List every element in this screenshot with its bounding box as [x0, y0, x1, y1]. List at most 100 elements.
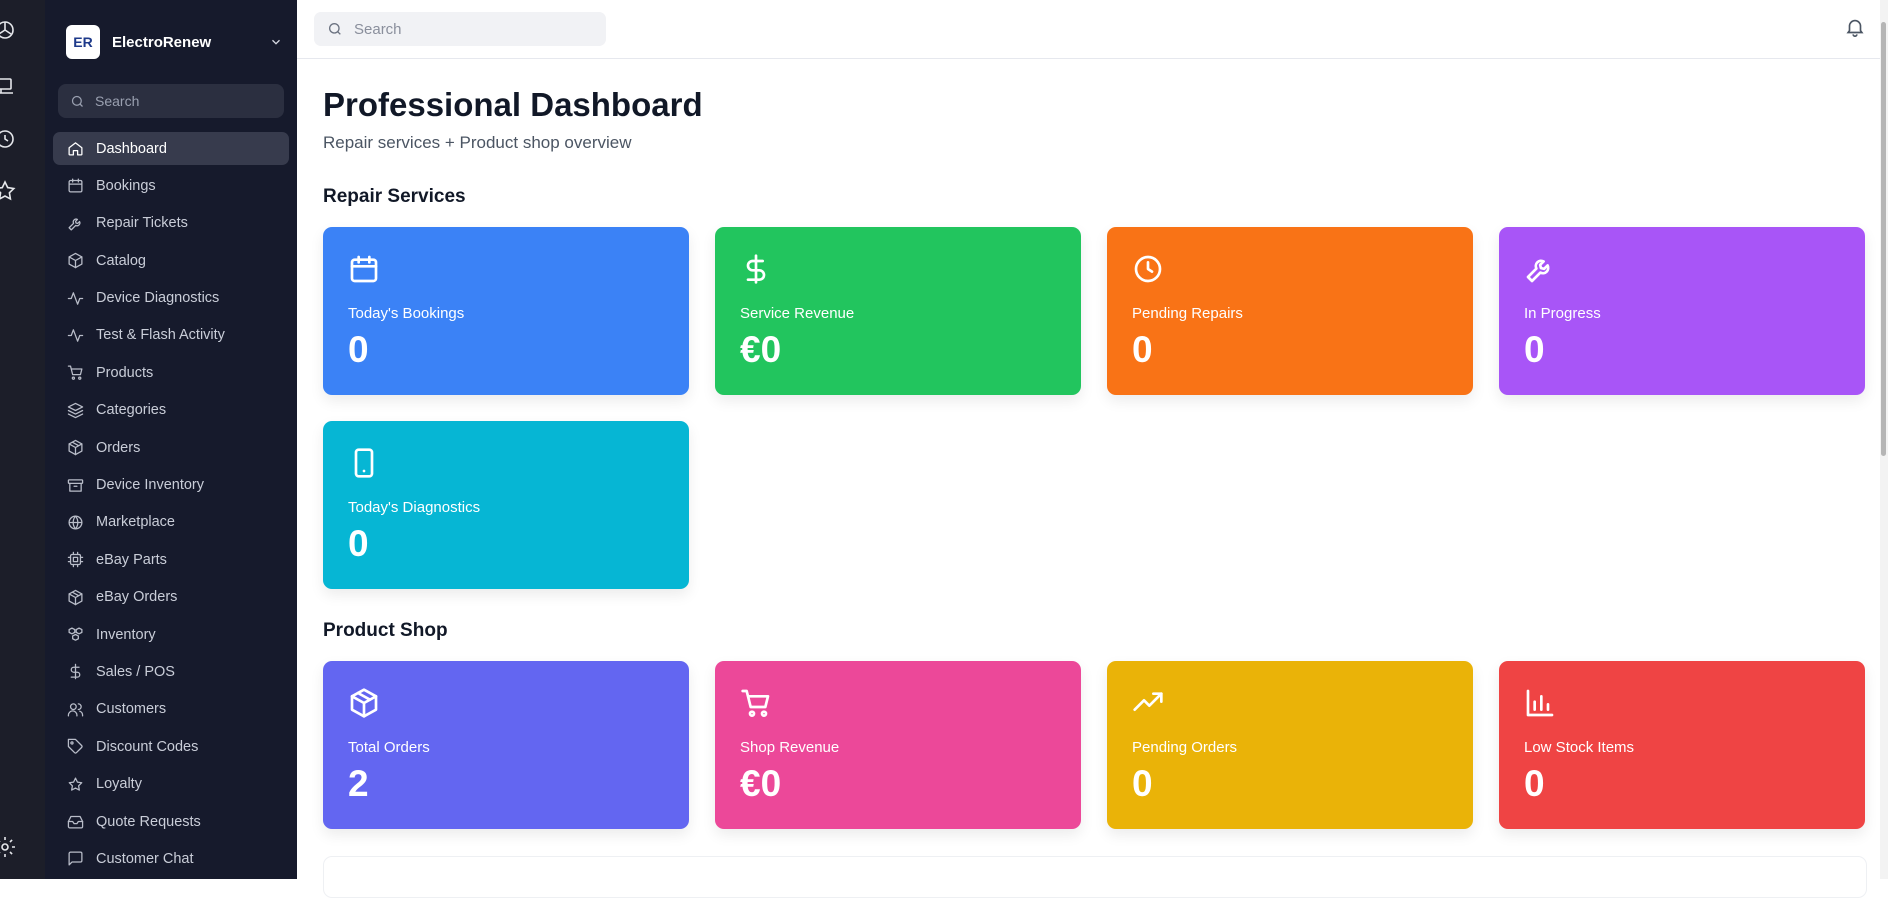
layers-icon: [65, 400, 85, 420]
stat-card-in-progress[interactable]: In Progress 0: [1499, 227, 1865, 395]
stat-card-today-s-diagnostics[interactable]: Today's Diagnostics 0: [323, 421, 689, 589]
bell-icon[interactable]: [1844, 16, 1868, 40]
sidebar-item-device-diagnostics[interactable]: Device Diagnostics: [53, 282, 289, 315]
scrollbar[interactable]: [1880, 0, 1888, 879]
search-icon: [71, 95, 83, 107]
package-icon: [65, 587, 85, 607]
sidebar-item-marketplace[interactable]: Marketplace: [53, 506, 289, 539]
star-icon: [65, 774, 85, 794]
sidebar-item-label: Categories: [96, 402, 167, 419]
stat-card-total-orders[interactable]: Total Orders 2: [323, 661, 689, 829]
sidebar-item-label: Products: [96, 364, 154, 381]
sidebar-item-products[interactable]: Products: [53, 356, 289, 389]
cart-icon: [740, 687, 772, 721]
stat-card-value: €0: [740, 763, 782, 804]
calendar-icon: [348, 253, 380, 287]
sidebar-item-label: Customer Chat: [96, 850, 194, 867]
sidebar-item-discount-codes[interactable]: Discount Codes: [53, 730, 289, 763]
stat-card-label: Service Revenue: [740, 305, 855, 322]
sidebar-item-label: eBay Parts: [96, 551, 167, 568]
stat-card-value: €0: [740, 329, 782, 370]
top-bar: [297, 0, 1888, 59]
openai-icon[interactable]: [0, 15, 20, 45]
sidebar-item-label: Customers: [96, 701, 167, 718]
dollar-icon: [65, 662, 85, 682]
sidebar-item-label: Inventory: [96, 626, 156, 643]
brand-switcher[interactable]: ER ElectroRenew: [66, 24, 286, 60]
sidebar-item-label: Repair Tickets: [96, 215, 188, 232]
sidebar-item-label: Device Diagnostics: [96, 290, 220, 307]
bar-chart-icon: [1524, 687, 1556, 721]
sidebar-item-loyalty[interactable]: Loyalty: [53, 768, 289, 801]
star-icon[interactable]: [0, 176, 20, 206]
phone-icon: [348, 447, 380, 481]
sidebar-nav: Dashboard Bookings Repair Tickets Catalog De…: [53, 132, 289, 880]
computer-icon[interactable]: [0, 72, 20, 102]
wrench-icon: [65, 213, 85, 233]
inbox-icon: [65, 812, 85, 832]
dollar-icon: [740, 253, 772, 287]
top-search: [314, 12, 606, 46]
sidebar-item-label: Sales / POS: [96, 663, 175, 680]
stat-card-label: Pending Repairs: [1132, 305, 1243, 322]
home-icon: [65, 139, 85, 159]
stat-card-service-revenue[interactable]: Service Revenue €0: [715, 227, 1081, 395]
cart-icon: [65, 363, 85, 383]
sidebar-item-repair-tickets[interactable]: Repair Tickets: [53, 207, 289, 240]
package-icon: [348, 687, 380, 721]
bottom-panel: [323, 856, 1867, 898]
stat-card-pending-orders[interactable]: Pending Orders 0: [1107, 661, 1473, 829]
stat-card-shop-revenue[interactable]: Shop Revenue €0: [715, 661, 1081, 829]
sidebar-item-ebay-orders[interactable]: eBay Orders: [53, 581, 289, 614]
sidebar-item-customers[interactable]: Customers: [53, 693, 289, 726]
sidebar-item-test-flash-activity[interactable]: Test & Flash Activity: [53, 319, 289, 352]
sidebar-item-label: Device Inventory: [96, 477, 204, 494]
sidebar-item-customer-chat[interactable]: Customer Chat: [53, 842, 289, 875]
box-icon: [65, 251, 85, 271]
sidebar-item-bookings[interactable]: Bookings: [53, 169, 289, 202]
sidebar-item-label: Dashboard: [96, 140, 167, 157]
sidebar-item-catalog[interactable]: Catalog: [53, 244, 289, 277]
stat-card-value: 0: [1524, 763, 1545, 804]
package-icon: [65, 438, 85, 458]
sidebar-item-ebay-parts[interactable]: eBay Parts: [53, 543, 289, 576]
clock-icon: [1132, 253, 1164, 287]
stat-card-label: Pending Orders: [1132, 739, 1238, 756]
settings-icon[interactable]: [0, 832, 20, 862]
stat-card-pending-repairs[interactable]: Pending Repairs 0: [1107, 227, 1473, 395]
sidebar-item-sales-pos[interactable]: Sales / POS: [53, 655, 289, 688]
wrench-icon: [1524, 253, 1556, 287]
chat-icon: [65, 849, 85, 869]
sidebar-item-categories[interactable]: Categories: [53, 394, 289, 427]
stat-card-label: Today's Bookings: [348, 305, 465, 322]
stat-card-label: Shop Revenue: [740, 739, 840, 756]
sidebar-item-label: Catalog: [96, 252, 146, 269]
sidebar-search: [58, 84, 284, 118]
sidebar-item-label: Loyalty: [96, 776, 142, 793]
sidebar-search-input[interactable]: [93, 92, 277, 110]
sidebar-item-orders[interactable]: Orders: [53, 431, 289, 464]
sidebar-item-quote-requests[interactable]: Quote Requests: [53, 805, 289, 838]
chevron-down-icon: [266, 32, 286, 52]
stat-card-today-s-bookings[interactable]: Today's Bookings 0: [323, 227, 689, 395]
stat-card-value: 0: [1132, 763, 1153, 804]
sidebar-item-label: Quote Requests: [96, 813, 201, 830]
trending-up-icon: [1132, 687, 1164, 721]
sidebar-item-dashboard[interactable]: Dashboard: [53, 132, 289, 165]
stat-card-low-stock-items[interactable]: Low Stock Items 0: [1499, 661, 1865, 829]
stat-card-label: Total Orders: [348, 739, 430, 756]
brand-name: ElectroRenew: [112, 33, 212, 51]
stat-card-value: 0: [1132, 329, 1153, 370]
archive-icon: [65, 475, 85, 495]
search-icon: [329, 23, 341, 35]
sidebar-item-label: Marketplace: [96, 514, 175, 531]
history-icon[interactable]: [0, 124, 20, 154]
boxes-icon: [65, 625, 85, 645]
stat-card-label: In Progress: [1524, 305, 1601, 322]
tag-icon: [65, 737, 85, 757]
top-search-input[interactable]: [352, 19, 596, 39]
scrollbar-thumb[interactable]: [1881, 22, 1886, 456]
sidebar: ER ElectroRenew Dashboard Bookings Repair …: [45, 0, 297, 879]
sidebar-item-device-inventory[interactable]: Device Inventory: [53, 469, 289, 502]
sidebar-item-inventory[interactable]: Inventory: [53, 618, 289, 651]
